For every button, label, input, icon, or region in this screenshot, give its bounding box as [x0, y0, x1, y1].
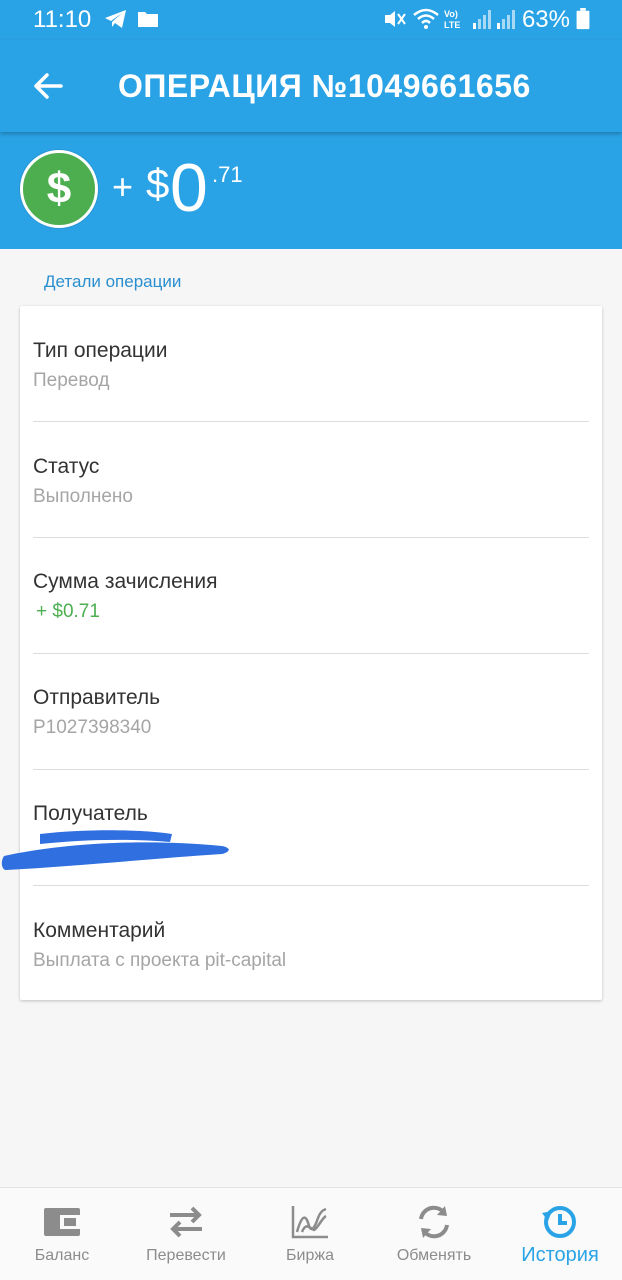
amount-header: $ + $ 0 .71: [0, 132, 622, 249]
svg-text:Vo): Vo): [444, 9, 458, 19]
arrow-left-icon: [34, 73, 63, 99]
history-icon: [540, 1202, 580, 1242]
nav-label: История: [521, 1244, 599, 1266]
transfer-arrows-icon: [166, 1202, 206, 1242]
wifi-icon: [413, 8, 439, 29]
amount-sign: +: [112, 166, 134, 207]
amount-currency: $: [146, 160, 170, 207]
nav-label: Перевести: [146, 1247, 226, 1264]
signal-icon: [473, 10, 491, 29]
status-time: 11:10: [33, 6, 92, 33]
battery-percent: 63%: [521, 6, 570, 33]
detail-value: Перевод: [33, 370, 110, 391]
detail-row-amount: Сумма зачисления + $0.71: [33, 538, 589, 654]
svg-text:LTE: LTE: [444, 20, 460, 30]
detail-value: Выполнено: [33, 486, 133, 507]
amount-integer: 0: [170, 150, 208, 226]
detail-row-type: Тип операции Перевод: [33, 306, 589, 422]
telegram-icon: [105, 10, 126, 28]
volte-icon: Vo)LTE: [444, 9, 460, 30]
detail-value-amount: + $0.71: [36, 601, 100, 622]
app-bar: ОПЕРАЦИЯ №1049661656: [0, 40, 622, 132]
page-title: ОПЕРАЦИЯ №1049661656: [118, 68, 531, 104]
bottom-nav: Баланс Перевести Биржа Обменять История: [0, 1187, 622, 1280]
dollar-coin-icon: $: [20, 150, 98, 228]
detail-label: Отправитель: [33, 686, 161, 709]
nav-item-exchange-market[interactable]: Биржа: [248, 1188, 372, 1280]
detail-label: Сумма зачисления: [33, 570, 218, 593]
detail-value: Выплата с проекта pit-capital: [33, 950, 287, 971]
nav-label: Биржа: [286, 1247, 334, 1264]
signal-icon-2: [497, 10, 515, 29]
battery-icon: [576, 8, 590, 30]
nav-item-transfer[interactable]: Перевести: [124, 1188, 248, 1280]
mute-icon: [385, 11, 406, 27]
details-card: Тип операции Перевод Статус Выполнено Су…: [20, 306, 602, 1000]
folder-icon: [138, 12, 158, 27]
amount-cents: .71: [212, 162, 243, 187]
nav-item-balance[interactable]: Баланс: [0, 1188, 124, 1280]
detail-label: Статус: [33, 455, 100, 478]
detail-row-sender: Отправитель P1027398340: [33, 654, 589, 770]
nav-item-exchange[interactable]: Обменять: [372, 1188, 496, 1280]
back-button[interactable]: [28, 66, 68, 106]
exchange-refresh-icon: [414, 1202, 454, 1242]
redaction-scribble: [1, 830, 229, 870]
chart-icon: [290, 1202, 330, 1242]
status-bar: 11:10 Vo) LTE 63%: [0, 0, 622, 40]
detail-value: P1027398340: [33, 717, 152, 738]
section-label: Детали операции: [44, 272, 182, 291]
nav-label: Обменять: [396, 1247, 472, 1264]
nav-label: Баланс: [34, 1247, 90, 1264]
wallet-icon: [42, 1202, 82, 1242]
nav-item-history[interactable]: История: [498, 1188, 622, 1280]
detail-row-comment: Комментарий Выплата с проекта pit-capita…: [33, 886, 589, 1002]
detail-row-status: Статус Выполнено: [33, 422, 589, 538]
detail-label: Тип операции: [33, 339, 168, 362]
detail-label: Комментарий: [33, 919, 166, 942]
